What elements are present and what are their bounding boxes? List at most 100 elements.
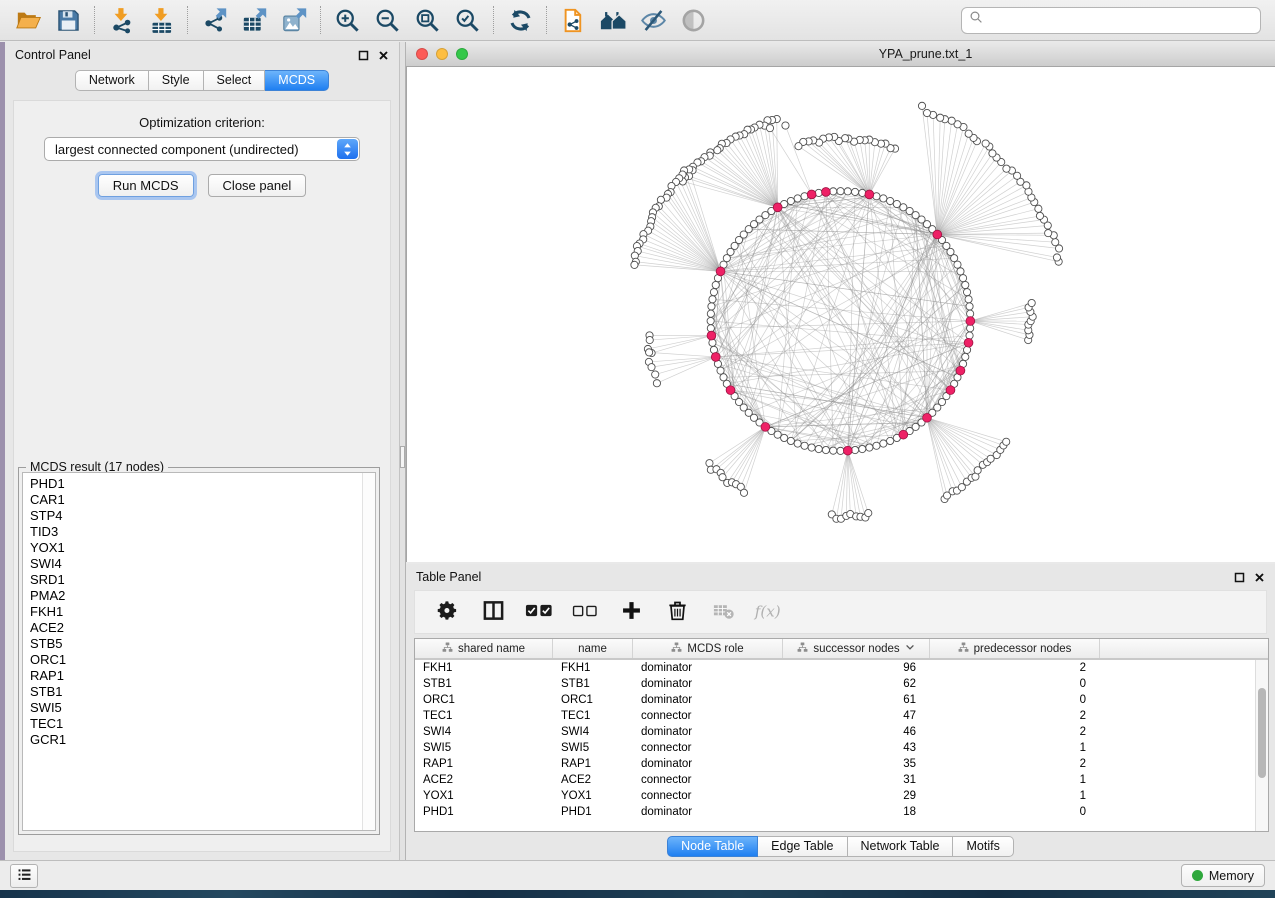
table-settings-button[interactable]: [429, 594, 465, 630]
window-zoom-light[interactable]: [456, 48, 468, 60]
column-header-predecessor-nodes[interactable]: predecessor nodes: [930, 639, 1100, 658]
table-row[interactable]: FKH1FKH1dominator962: [415, 660, 1268, 676]
table-row[interactable]: YOX1YOX1connector291: [415, 788, 1268, 804]
export-image-icon: [281, 7, 308, 34]
mcds-node-item[interactable]: STB5: [30, 636, 362, 652]
mcds-node-item[interactable]: ACE2: [30, 620, 362, 636]
export-network-button[interactable]: [194, 3, 234, 37]
network-canvas[interactable]: [406, 67, 1275, 562]
close-table-panel-icon[interactable]: [1253, 571, 1265, 583]
add-column-button[interactable]: [613, 594, 649, 630]
splitter-grip[interactable]: [400, 446, 405, 468]
save-session-button[interactable]: [48, 3, 88, 37]
table-cell: 2: [930, 710, 1100, 722]
mcds-node-item[interactable]: TID3: [30, 524, 362, 540]
table-row[interactable]: ORC1ORC1dominator610: [415, 692, 1268, 708]
mcds-node-item[interactable]: SRD1: [30, 572, 362, 588]
deselect-all-rows-button[interactable]: [567, 594, 603, 630]
mcds-node-item[interactable]: ORC1: [30, 652, 362, 668]
delete-column-button[interactable]: [659, 594, 695, 630]
tab-motifs[interactable]: Motifs: [953, 836, 1013, 857]
toggle-columns-button[interactable]: [475, 594, 511, 630]
zoom-out-button[interactable]: [367, 3, 407, 37]
mcds-node-item[interactable]: TEC1: [30, 716, 362, 732]
control-panel-header: Control Panel: [5, 42, 399, 68]
column-header-name[interactable]: name: [553, 639, 633, 658]
zoom-fit-button[interactable]: [407, 3, 447, 37]
mcds-node-item[interactable]: STP4: [30, 508, 362, 524]
column-header-successor-nodes[interactable]: successor nodes: [783, 639, 930, 658]
tab-network[interactable]: Network: [75, 70, 149, 91]
table-panel-title: Table Panel: [416, 570, 481, 584]
tab-node-table[interactable]: Node Table: [667, 836, 758, 857]
tab-select[interactable]: Select: [204, 70, 266, 91]
table-scrollbar[interactable]: [1255, 660, 1268, 831]
mcds-node-item[interactable]: SWI5: [30, 700, 362, 716]
float-panel-icon[interactable]: [357, 49, 369, 61]
export-table-button[interactable]: [234, 3, 274, 37]
select-all-rows-icon: [525, 601, 553, 623]
zoom-selected-button[interactable]: [447, 3, 487, 37]
task-history-button[interactable]: [10, 864, 38, 888]
tab-edge-table[interactable]: Edge Table: [758, 836, 847, 857]
table-row[interactable]: ACE2ACE2connector311: [415, 772, 1268, 788]
mcds-node-item[interactable]: FKH1: [30, 604, 362, 620]
search-input[interactable]: [989, 12, 1253, 28]
table-cell: 1: [930, 774, 1100, 786]
search-box: [961, 7, 1261, 34]
float-table-panel-icon[interactable]: [1233, 571, 1245, 583]
mcds-list-scrollbar[interactable]: [362, 473, 375, 830]
window-close-light[interactable]: [416, 48, 428, 60]
vertical-splitter[interactable]: [399, 42, 406, 860]
mcds-node-item[interactable]: SWI4: [30, 556, 362, 572]
show-all-button[interactable]: [673, 3, 713, 37]
control-panel-tabs: NetworkStyleSelectMCDS: [5, 70, 399, 91]
mcds-node-item[interactable]: GCR1: [30, 732, 362, 748]
import-table-button[interactable]: [141, 3, 181, 37]
import-network-button[interactable]: [101, 3, 141, 37]
table-cell: 2: [930, 662, 1100, 674]
network-graph: [407, 67, 1275, 562]
apply-layout-button[interactable]: [500, 3, 540, 37]
mcds-node-item[interactable]: CAR1: [30, 492, 362, 508]
first-neighbors-button[interactable]: [593, 3, 633, 37]
mcds-node-item[interactable]: YOX1: [30, 540, 362, 556]
mcds-node-item[interactable]: PMA2: [30, 588, 362, 604]
column-tree-icon: [958, 642, 969, 656]
tab-mcds[interactable]: MCDS: [265, 70, 329, 91]
table-cell: 46: [783, 726, 930, 738]
table-row[interactable]: RAP1RAP1dominator352: [415, 756, 1268, 772]
new-network-from-selection-button[interactable]: [553, 3, 593, 37]
hide-selected-button[interactable]: [633, 3, 673, 37]
desktop-wallpaper-strip: [0, 890, 1275, 898]
tab-style[interactable]: Style: [149, 70, 204, 91]
memory-button[interactable]: Memory: [1181, 864, 1265, 887]
export-network-icon: [201, 7, 228, 34]
mcds-node-item[interactable]: PHD1: [30, 476, 362, 492]
export-table-icon: [241, 7, 268, 34]
table-scrollbar-thumb[interactable]: [1258, 688, 1266, 778]
table-row[interactable]: STB1STB1dominator620: [415, 676, 1268, 692]
close-panel-icon[interactable]: [377, 49, 389, 61]
table-row[interactable]: SWI5SWI5connector431: [415, 740, 1268, 756]
sort-desc-icon: [905, 642, 915, 655]
select-all-rows-button[interactable]: [521, 594, 557, 630]
node-table: shared namenameMCDS rolesuccessor nodesp…: [414, 638, 1269, 832]
table-cell: connector: [633, 710, 783, 722]
mcds-node-item[interactable]: STB1: [30, 684, 362, 700]
column-header-shared-name[interactable]: shared name: [415, 639, 553, 658]
table-row[interactable]: SWI4SWI4dominator462: [415, 724, 1268, 740]
export-image-button[interactable]: [274, 3, 314, 37]
table-cell: PHD1: [553, 806, 633, 818]
mcds-node-item[interactable]: RAP1: [30, 668, 362, 684]
table-row[interactable]: PHD1PHD1dominator180: [415, 804, 1268, 820]
table-row[interactable]: TEC1TEC1connector472: [415, 708, 1268, 724]
zoom-in-button[interactable]: [327, 3, 367, 37]
open-file-button[interactable]: [8, 3, 48, 37]
window-minimize-light[interactable]: [436, 48, 448, 60]
close-panel-button[interactable]: Close panel: [208, 174, 307, 197]
column-header-MCDS-role[interactable]: MCDS role: [633, 639, 783, 658]
run-mcds-button[interactable]: Run MCDS: [98, 174, 194, 197]
optimization-criterion-select[interactable]: largest connected component (undirected): [44, 137, 360, 161]
tab-network-table[interactable]: Network Table: [848, 836, 954, 857]
